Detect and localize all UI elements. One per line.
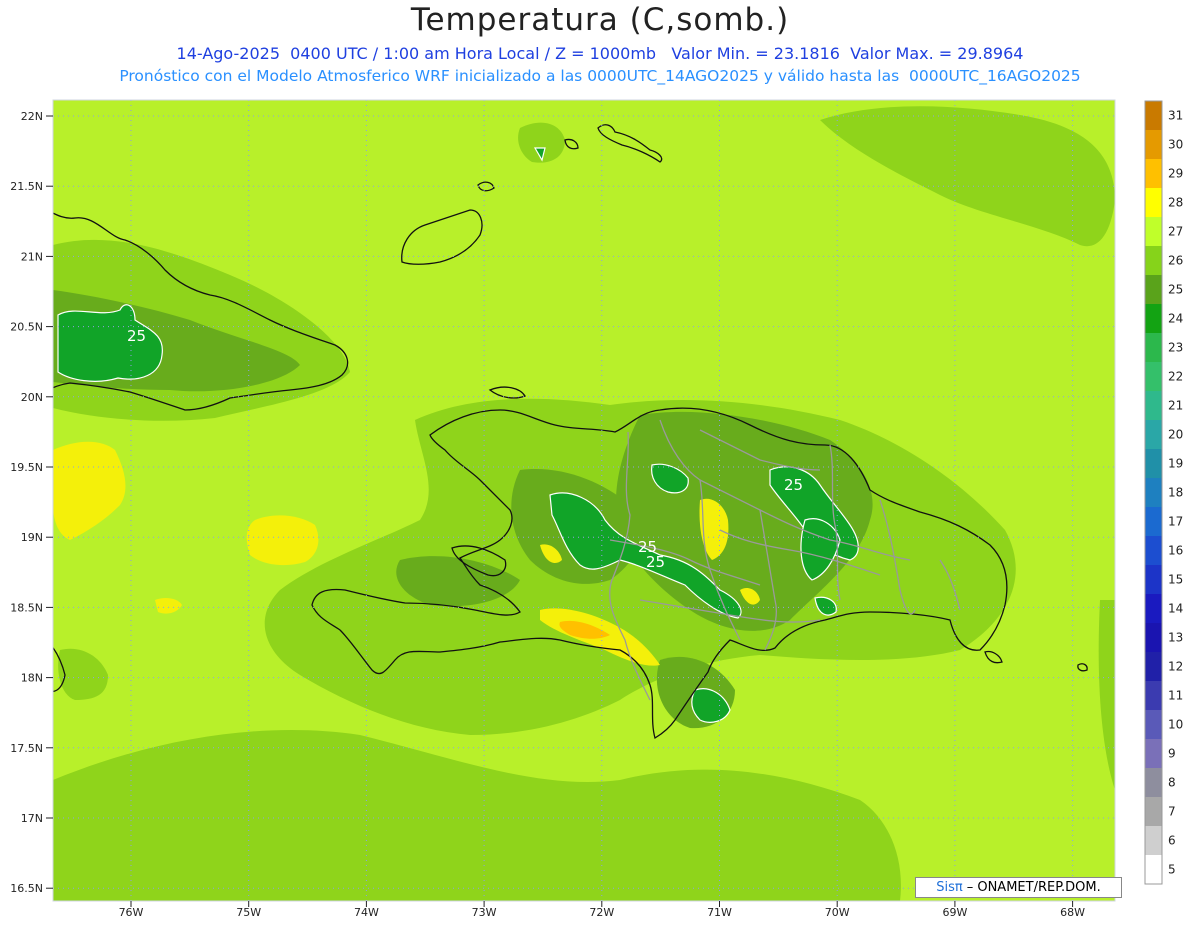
- colorbar-swatch: [1145, 855, 1162, 884]
- colorbar-swatch: [1145, 420, 1162, 449]
- colorbar-swatch: [1145, 159, 1162, 188]
- colorbar-swatch: [1145, 275, 1162, 304]
- colorbar-swatch: [1145, 362, 1162, 391]
- lon-tick-label: 72W: [589, 906, 614, 919]
- contour-label: 25: [127, 327, 146, 345]
- latitude-axis: 22N 21.5N 21N 20.5N 20N 19.5N 19N 18.5N 18N 17.5N…: [10, 110, 53, 895]
- colorbar-label: 16: [1168, 544, 1183, 558]
- credit-box: Sisπ – ONAMET/REP.DOM.: [915, 877, 1122, 898]
- colorbar-swatch: [1145, 565, 1162, 594]
- colorbar-label: 20: [1168, 428, 1183, 442]
- lat-tick-label: 21.5N: [10, 180, 43, 193]
- colorbar-label: 24: [1168, 312, 1183, 326]
- colorbar-label: 6: [1168, 834, 1176, 848]
- colorbar-swatch: [1145, 217, 1162, 246]
- colorbar-label: 11: [1168, 689, 1183, 703]
- colorbar-swatch: [1145, 797, 1162, 826]
- colorbar-swatch: [1145, 304, 1162, 333]
- colorbar-swatch: [1145, 333, 1162, 362]
- lon-tick-label: 71W: [707, 906, 732, 919]
- lat-tick-label: 20.5N: [10, 321, 43, 334]
- colorbar-swatch: [1145, 478, 1162, 507]
- lon-tick-label: 75W: [236, 906, 261, 919]
- colorbar-swatch: [1145, 507, 1162, 536]
- lon-tick-label: 70W: [825, 906, 850, 919]
- longitude-axis: 76W 75W 74W 73W 72W 71W 70W 69W 68W: [119, 901, 1085, 919]
- colorbar-swatch: [1145, 623, 1162, 652]
- colorbar-swatch: [1145, 681, 1162, 710]
- colorbar-swatch: [1145, 246, 1162, 275]
- colorbar-label: 18: [1168, 486, 1183, 500]
- colorbar-swatch: [1145, 391, 1162, 420]
- colorbar-label: 12: [1168, 660, 1183, 674]
- colorbar-swatch: [1145, 710, 1162, 739]
- field-layer: [53, 100, 1115, 901]
- colorbar-label: 31: [1168, 109, 1183, 123]
- colorbar-swatch: [1145, 652, 1162, 681]
- colorbar-label: 8: [1168, 776, 1176, 790]
- colorbar-label: 10: [1168, 718, 1183, 732]
- lon-tick-label: 76W: [119, 906, 144, 919]
- colorbar-label: 21: [1168, 399, 1183, 413]
- lat-tick-label: 21N: [21, 250, 43, 263]
- colorbar-swatch: [1145, 188, 1162, 217]
- lon-tick-label: 68W: [1060, 906, 1085, 919]
- colorbar-swatch: [1145, 101, 1162, 130]
- colorbar-swatch: [1145, 536, 1162, 565]
- colorbar-label: 14: [1168, 602, 1183, 616]
- colorbar-label: 17: [1168, 515, 1183, 529]
- colorbar-label: 5: [1168, 863, 1176, 877]
- colorbar-label: 15: [1168, 573, 1183, 587]
- colorbar-label: 13: [1168, 631, 1183, 645]
- colorbar-label: 25: [1168, 283, 1183, 297]
- colorbar: 31 30 29 28 27 26 25 24 23 22 21 20 19 18 17 16 15 14 13 12…: [1144, 100, 1183, 885]
- colorbar-swatch: [1145, 739, 1162, 768]
- colorbar-swatch: [1145, 449, 1162, 478]
- lat-tick-label: 18N: [21, 672, 43, 685]
- lon-tick-label: 73W: [472, 906, 497, 919]
- colorbar-label: 23: [1168, 341, 1183, 355]
- lat-tick-label: 19.5N: [10, 461, 43, 474]
- contour-label: 25: [784, 476, 803, 494]
- colorbar-label: 27: [1168, 225, 1183, 239]
- temperature-map: 22N 21.5N 21N 20.5N 20N 19.5N 19N 18.5N 18N 17.5N…: [10, 99, 1183, 919]
- sispi-logo: Sisπ: [936, 880, 963, 895]
- lat-tick-label: 16.5N: [10, 882, 43, 895]
- lat-tick-label: 18.5N: [10, 601, 43, 614]
- colorbar-swatch: [1145, 594, 1162, 623]
- colorbar-label: 29: [1168, 167, 1183, 181]
- colorbar-swatch: [1145, 130, 1162, 159]
- contour-label: 25: [646, 553, 665, 571]
- colorbar-label: 22: [1168, 370, 1183, 384]
- colorbar-label: 26: [1168, 254, 1183, 268]
- colorbar-label: 19: [1168, 457, 1183, 471]
- colorbar-label: 28: [1168, 196, 1183, 210]
- colorbar-swatch: [1145, 768, 1162, 797]
- lat-tick-label: 17N: [21, 812, 43, 825]
- lat-tick-label: 20N: [21, 391, 43, 404]
- lat-tick-label: 22N: [21, 110, 43, 123]
- colorbar-label: 7: [1168, 805, 1176, 819]
- lon-tick-label: 69W: [942, 906, 967, 919]
- lon-tick-label: 74W: [354, 906, 379, 919]
- lat-tick-label: 17.5N: [10, 742, 43, 755]
- colorbar-swatch: [1145, 826, 1162, 855]
- lat-tick-label: 19N: [21, 531, 43, 544]
- credit-text: – ONAMET/REP.DOM.: [966, 880, 1101, 895]
- colorbar-label: 30: [1168, 138, 1183, 152]
- colorbar-label: 9: [1168, 747, 1176, 761]
